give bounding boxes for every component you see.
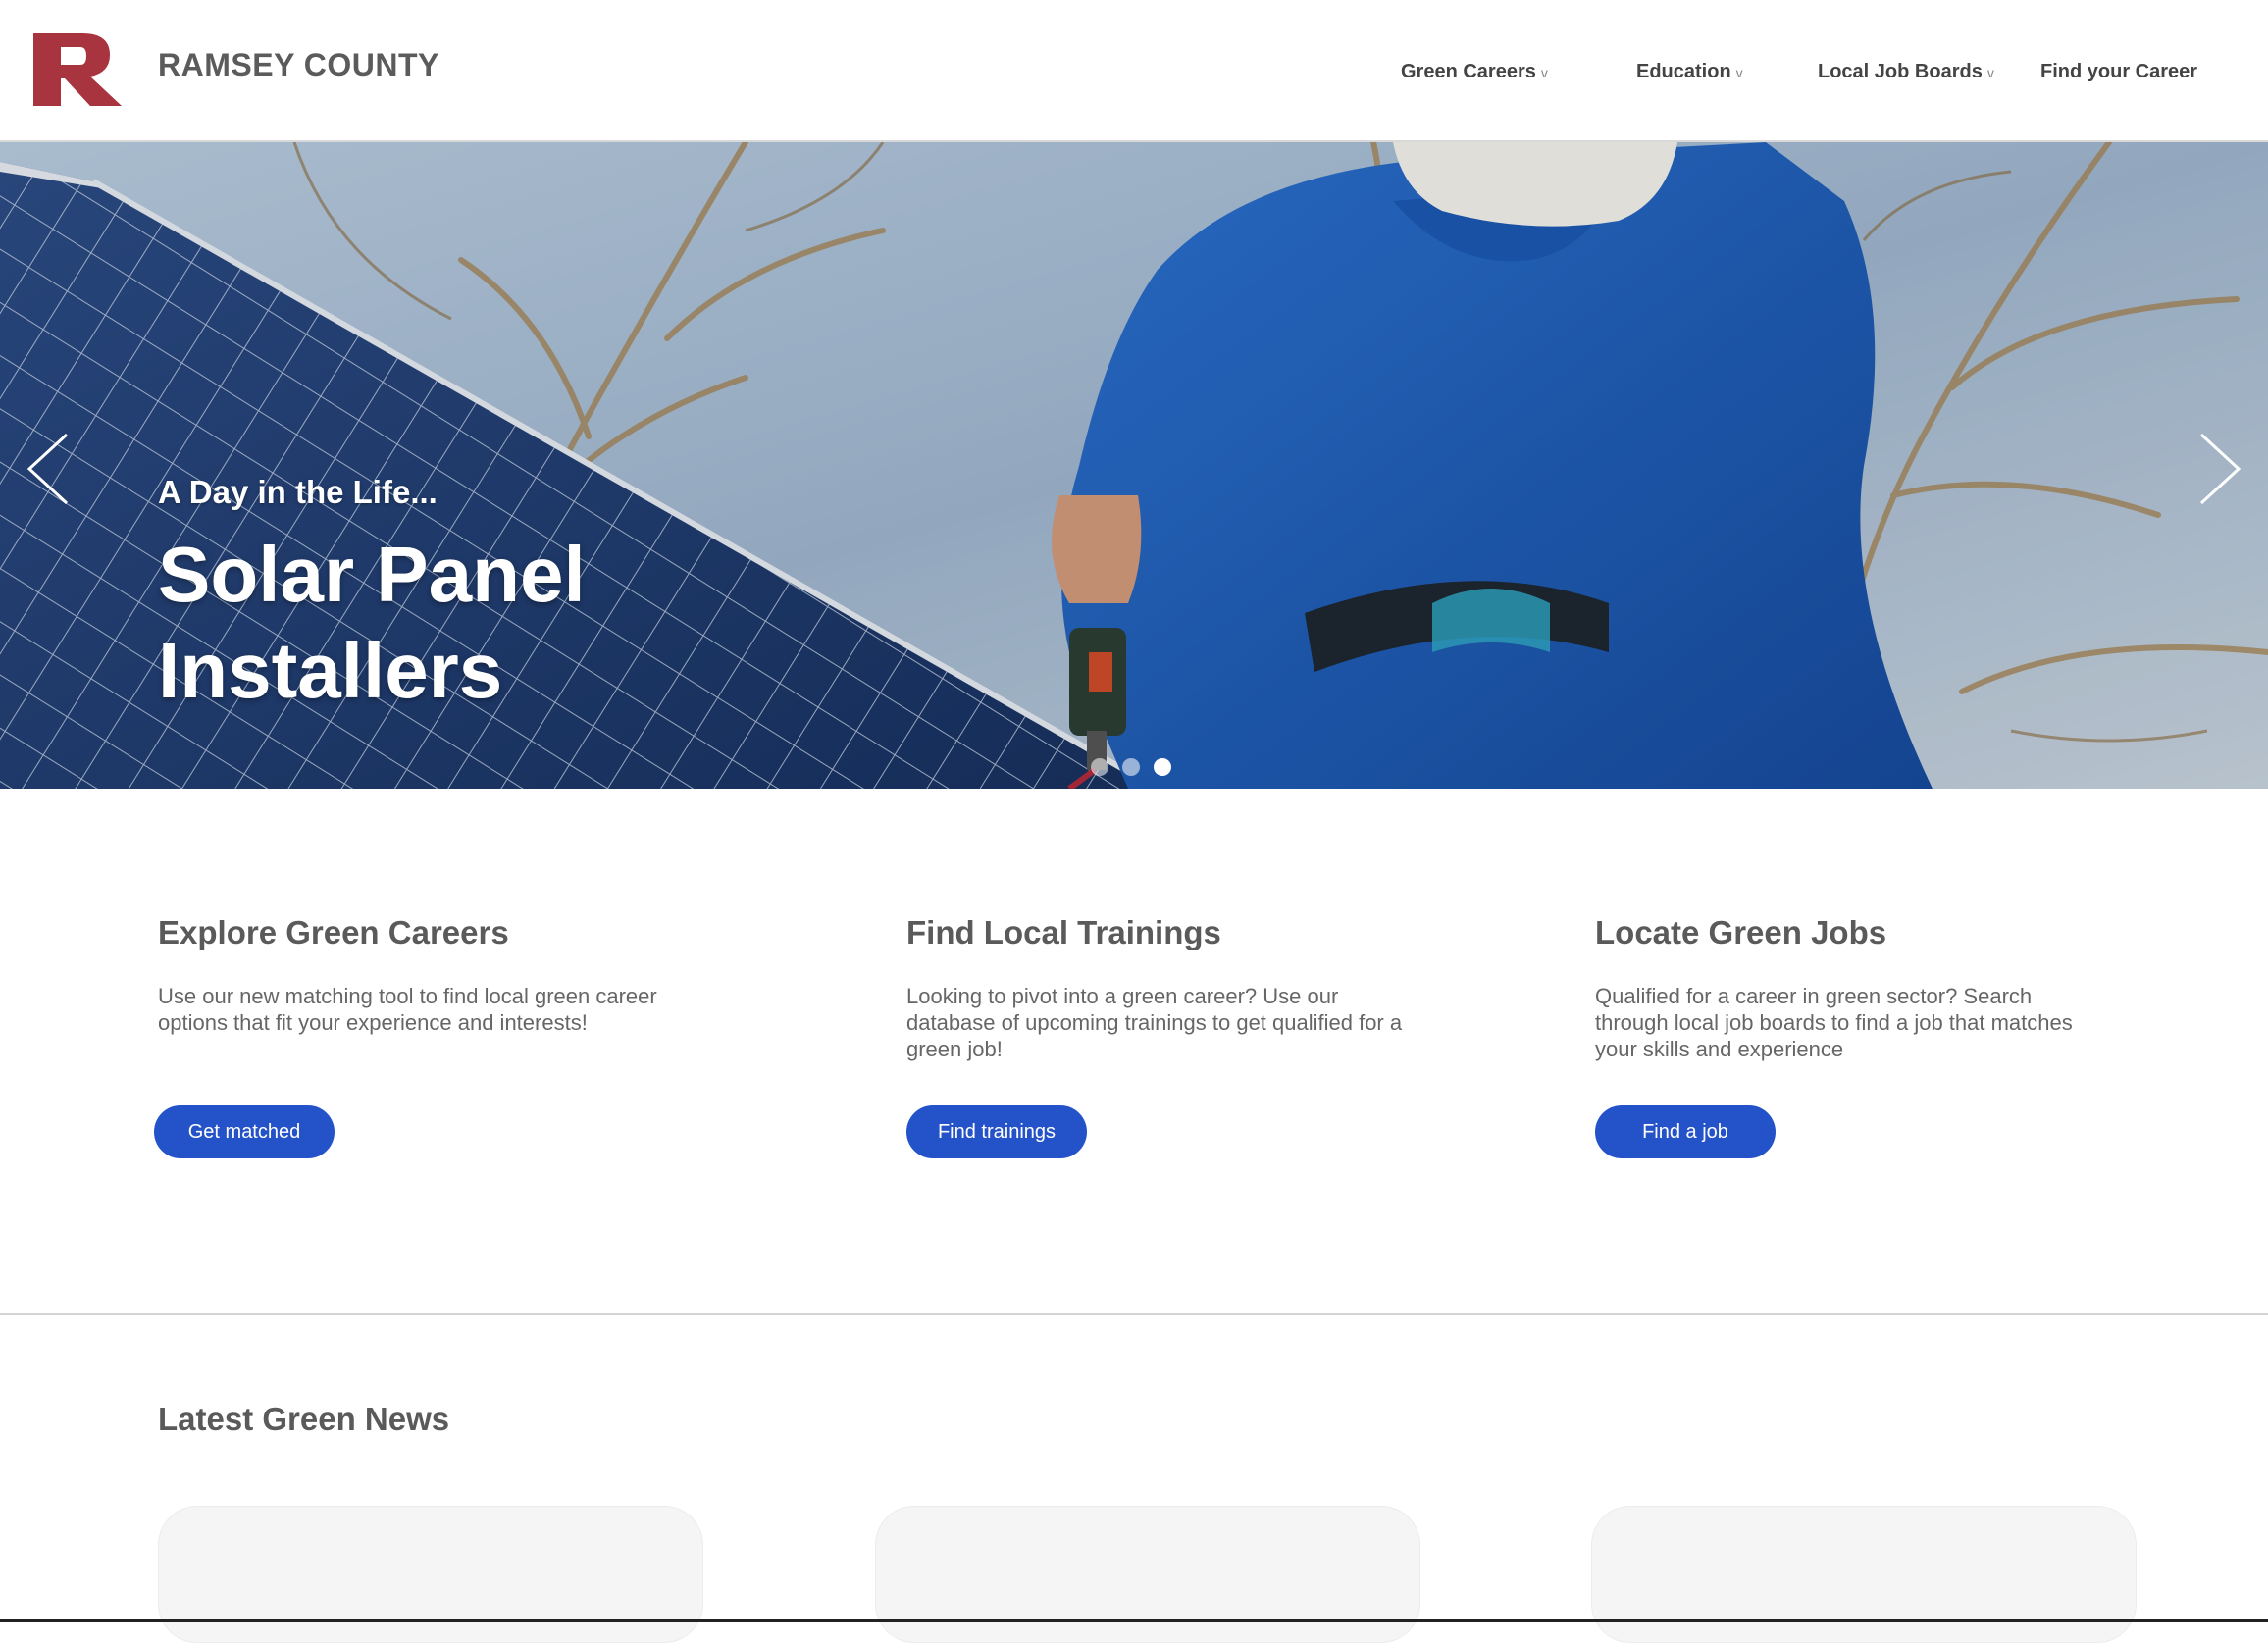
carousel-dot-1[interactable] [1091, 758, 1108, 776]
ramsey-county-logo-icon[interactable] [33, 33, 122, 106]
latest-news-title: Latest Green News [158, 1401, 450, 1437]
carousel-dot-3[interactable] [1154, 758, 1171, 776]
hero-kicker: A Day in the Life... [158, 474, 438, 510]
news-card[interactable] [875, 1506, 1420, 1643]
chevron-down-icon: v [1735, 65, 1743, 80]
section-divider [0, 1313, 2268, 1315]
nav-green-careers-label: Green Careers [1401, 61, 1536, 82]
feature-title-green-jobs: Locate Green Jobs [1595, 914, 1887, 950]
site-header: RAMSEY COUNTY Green Careers v Education v … [0, 0, 2268, 142]
news-card[interactable] [1591, 1506, 2137, 1643]
nav-education[interactable]: Education v [1636, 61, 1743, 83]
hero-title: Solar Panel Installers [158, 531, 586, 714]
brand-name[interactable]: RAMSEY COUNTY [158, 47, 439, 83]
nav-local-job-boards-label: Local Job Boards [1818, 61, 1983, 82]
nav-find-your-career-label: Find your Career [2040, 61, 2198, 82]
find-a-job-button[interactable]: Find a job [1595, 1105, 1776, 1158]
feature-title-local-trainings: Find Local Trainings [906, 914, 1221, 950]
nav-education-label: Education [1636, 61, 1731, 82]
nav-local-job-boards[interactable]: Local Job Boards v [1818, 61, 1994, 83]
nav-find-your-career[interactable]: Find your Career [2040, 61, 2197, 83]
chevron-down-icon: v [1986, 65, 1994, 80]
find-trainings-button[interactable]: Find trainings [906, 1105, 1087, 1158]
feature-body-green-jobs: Qualified for a career in green sector? … [1595, 984, 2073, 1061]
news-card[interactable] [158, 1506, 703, 1643]
carousel-indicators [1091, 758, 1171, 776]
carousel-dot-2[interactable] [1122, 758, 1140, 776]
get-matched-button[interactable]: Get matched [154, 1105, 335, 1158]
hero-carousel: A Day in the Life... Solar Panel Install… [0, 142, 2268, 789]
feature-body-explore-careers: Use our new matching tool to find local … [158, 984, 657, 1035]
nav-green-careers[interactable]: Green Careers v [1401, 61, 1548, 83]
feature-title-explore-careers: Explore Green Careers [158, 914, 509, 950]
chevron-down-icon: v [1540, 65, 1548, 80]
carousel-next-button[interactable] [2186, 425, 2244, 513]
feature-body-local-trainings: Looking to pivot into a green career? Us… [906, 984, 1403, 1061]
carousel-prev-button[interactable] [24, 425, 82, 513]
